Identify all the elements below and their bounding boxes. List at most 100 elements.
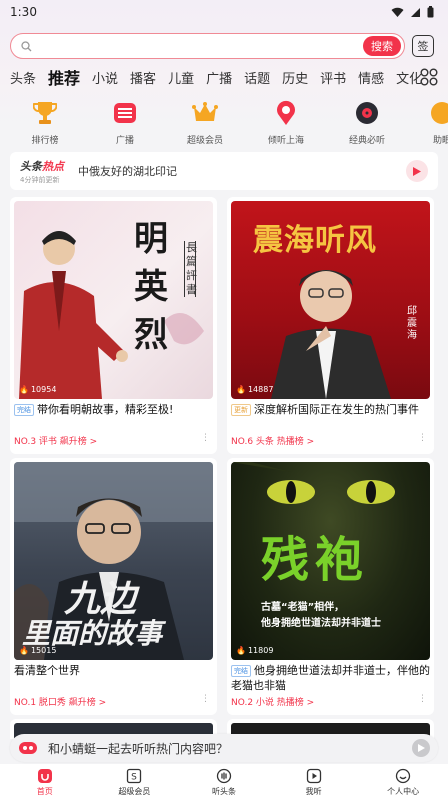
search-row: 搜索 签 [10, 33, 438, 59]
card-title[interactable]: 完结 带你看明朝故事，精彩至极! [14, 402, 213, 417]
play-icon [417, 744, 425, 752]
tab-podcast[interactable]: 播客 [130, 68, 156, 87]
tab-culture[interactable]: 文化 [396, 68, 422, 87]
cover-tagline-1: 古墓“老猫”相伴， [261, 602, 345, 613]
fire-icon: 🔥 [236, 385, 246, 394]
play-count-value: 11809 [247, 646, 274, 655]
status-bar: 1:30 [0, 0, 448, 24]
cover-title-ming: 明 [134, 219, 168, 259]
card-cover[interactable]: 震海听风 邱震海 🔥 14887 [231, 201, 430, 399]
nav-my-listening[interactable]: 我听 [269, 768, 358, 797]
content-card[interactable]: 九边 里面的故事 🔥 15015 看清整个世界 NO.1 脱口秀 飙升榜 > ⋮ [10, 458, 217, 715]
home-icon [37, 768, 52, 783]
tab-recommend[interactable]: 推荐 [48, 65, 80, 89]
tab-children[interactable]: 儿童 [168, 68, 194, 87]
quick-link-label: 超级会员 [186, 136, 223, 146]
fire-icon: 🔥 [19, 385, 29, 394]
category-tabs: 头条 推荐 小说 播客 儿童 广播 话题 历史 评书 情感 文化 [0, 64, 448, 90]
play-count: 🔥 14887 [236, 385, 273, 394]
nav-super-vip[interactable]: S 超级会员 [90, 768, 179, 797]
sign-in-button[interactable]: 签 [412, 35, 434, 57]
card-cover[interactable]: 九边 里面的故事 🔥 15015 [14, 462, 213, 660]
card-cover[interactable]: 残袍 古墓“老猫”相伴， 他身拥绝世道法却并非道士 🔥 11809 [231, 462, 430, 660]
quick-link-label: 广播 [115, 136, 134, 146]
search-box[interactable]: 搜索 [10, 33, 405, 59]
card-cover[interactable]: 明 英 烈 長篇評書 🔥 10954 [14, 201, 213, 399]
wifi-icon [391, 7, 404, 17]
content-card[interactable]: 残袍 古墓“老猫”相伴， 他身拥绝世道法却并非道士 🔥 11809 完结 他身拥绝世… [227, 458, 434, 715]
search-icon [21, 40, 32, 51]
play-count: 🔥 11809 [236, 646, 273, 655]
quick-link-ranking[interactable]: 排行榜 [10, 100, 80, 146]
content-card[interactable]: 明 英 烈 長篇評書 🔥 10954 完结 带你看明朝故事，精彩至极! NO.3 评… [10, 197, 217, 454]
cover-tagline-2: 他身拥绝世道法却并非道士 [261, 618, 381, 629]
tab-history[interactable]: 历史 [282, 68, 308, 87]
status-icons [391, 6, 434, 18]
more-options-icon[interactable]: ⋮ [418, 433, 427, 443]
cover-illustration [19, 231, 204, 399]
quick-link-radio[interactable]: 广播 [90, 100, 160, 146]
tab-emotion[interactable]: 情感 [358, 68, 384, 87]
rank-link[interactable]: NO.2 小说 热播榜 > [231, 695, 314, 708]
card-title-text: 深度解析国际正在发生的热门事件 [254, 403, 419, 416]
vip-icon: S [127, 768, 142, 783]
nav-label: 个人中心 [387, 786, 420, 796]
card-title-text: 他身拥绝世道法却并非道士，伴他的老猫也非猫 [231, 664, 430, 692]
more-options-icon[interactable]: ⋮ [201, 433, 210, 443]
tab-storytelling[interactable]: 评书 [320, 68, 346, 87]
quick-link-sleep[interactable]: 助眠 [407, 100, 448, 146]
more-options-icon[interactable]: ⋮ [418, 694, 427, 704]
hot-news-logo: 头条热点 4分钟前更新 [20, 158, 64, 185]
status-badge: 完结 [231, 665, 251, 677]
location-pin-icon [273, 100, 299, 126]
assistant-banner-play-button[interactable] [412, 739, 430, 757]
quick-link-label: 排行榜 [31, 136, 59, 146]
card-title-text: 看清整个世界 [14, 664, 80, 677]
cover-title-lie: 烈 [134, 315, 168, 355]
play-count: 🔥 10954 [19, 385, 56, 394]
assistant-banner[interactable]: 和小蜻蜓一起去听听热门内容吧？ [10, 734, 438, 762]
quick-link-classics[interactable]: 经典必听 [332, 100, 402, 146]
battery-icon [427, 6, 434, 18]
content-card[interactable]: 震海听风 邱震海 🔥 14887 更新 深度解析国际正在发生的热门事件 NO.6 头… [227, 197, 434, 454]
bottom-navigation: 首页 S 超级会员 听头条 我听 个人中心 [0, 764, 448, 800]
rank-link[interactable]: NO.6 头条 热播榜 > [231, 434, 314, 447]
hot-news-play-button[interactable] [406, 160, 428, 182]
tab-topics[interactable]: 话题 [244, 68, 270, 87]
hot-news-headline[interactable]: 中俄友好的湖北印记 [78, 163, 177, 179]
play-count-value: 14887 [247, 385, 274, 394]
card-title[interactable]: 完结 他身拥绝世道法却并非道士，伴他的老猫也非猫 [231, 663, 430, 693]
rank-link[interactable]: NO.1 脱口秀 飙升榜 > [14, 695, 106, 708]
nav-profile[interactable]: 个人中心 [359, 768, 448, 797]
moon-icon [429, 100, 448, 126]
quick-link-label: 倾听上海 [267, 136, 304, 146]
more-options-icon[interactable]: ⋮ [201, 694, 210, 704]
card-title[interactable]: 看清整个世界 [14, 663, 213, 678]
hot-news-card[interactable]: 头条热点 4分钟前更新 中俄友好的湖北印记 [10, 152, 438, 190]
nav-home[interactable]: 首页 [0, 768, 89, 797]
assistant-banner-text: 和小蜻蜓一起去听听热门内容吧？ [48, 741, 229, 756]
quick-links: 排行榜 广播 超级会员 倾听上海 经典必听 助眠 [0, 100, 448, 152]
search-input[interactable] [38, 39, 404, 53]
rank-link[interactable]: NO.3 评书 飙升榜 > [14, 434, 97, 447]
radio-icon [112, 100, 138, 126]
card-title[interactable]: 更新 深度解析国际正在发生的热门事件 [231, 402, 430, 417]
card-title-text: 带你看明朝故事，精彩至极! [37, 403, 174, 416]
quick-link-super-vip[interactable]: 超级会员 [170, 100, 240, 146]
svg-text:S: S [132, 772, 138, 782]
dragonfly-mascot-icon [19, 742, 37, 754]
hot-news-logo-highlight: 热点 [42, 159, 64, 173]
tab-headlines[interactable]: 头条 [10, 68, 36, 87]
cover-title-ying: 英 [134, 267, 168, 307]
headline-icon [216, 768, 232, 783]
quick-link-listen-shanghai[interactable]: 倾听上海 [251, 100, 321, 146]
tab-novel[interactable]: 小说 [92, 68, 118, 87]
crown-icon [192, 100, 218, 126]
nav-listen-headlines[interactable]: 听头条 [179, 768, 268, 797]
all-categories-grid-icon[interactable] [420, 68, 438, 86]
status-time: 1:30 [10, 5, 37, 19]
search-button[interactable]: 搜索 [363, 36, 401, 56]
signal-icon [411, 7, 420, 17]
tab-radio[interactable]: 广播 [206, 68, 232, 87]
cover-title-zhenhai: 震海听风 [253, 223, 377, 258]
